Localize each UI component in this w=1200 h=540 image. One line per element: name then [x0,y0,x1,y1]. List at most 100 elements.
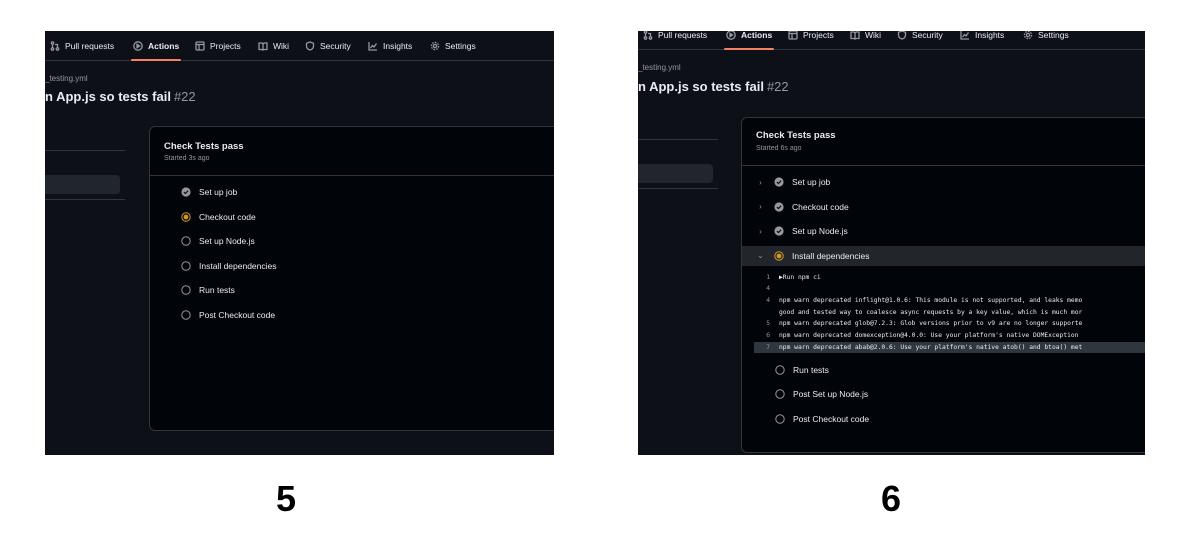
log-line-text: ▶Run npm ci [779,273,821,281]
tab-label: Settings [445,40,476,51]
job-step[interactable]: Checkout code [181,207,554,227]
job-step[interactable]: Post Set up Node.js [742,384,1145,404]
step-label: Post Checkout code [793,413,870,424]
tab-label: Pull requests [65,40,115,51]
caption-6: 6 [880,478,902,519]
log-line-number: 1 [766,273,770,281]
tab-security[interactable]: Security [305,31,351,60]
pull-request-icon [50,40,60,51]
play-circle-icon [133,40,143,51]
queued-circle-icon [775,414,785,424]
step-label: Run tests [199,285,235,295]
gear-icon [430,41,440,50]
job-step[interactable]: › Checkout code [742,197,1145,217]
sidebar-selected-job[interactable] [638,164,713,183]
caption-5: 5 [275,478,297,519]
in-progress-icon [181,211,191,222]
run-number: #22 [173,89,196,104]
sidebar-divider [45,150,125,151]
job-step[interactable]: › Set up job [742,172,1145,192]
tab-projects[interactable]: Projects [788,31,834,49]
job-card: Check Tests pass Started 3s ago Set up j… [149,126,554,431]
log-line: 1 ▶Run npm ci [754,272,1145,283]
sidebar-divider [45,199,125,200]
queued-circle-icon [181,260,191,271]
job-step[interactable]: Run tests [742,360,1145,380]
screenshot-panel-6: Pull requests Actions Projects Wiki Secu… [638,31,1145,455]
job-step[interactable]: Run tests [181,280,554,300]
tab-label: Actions [741,31,773,40]
tab-projects[interactable]: Projects [195,31,241,60]
tab-settings[interactable]: Settings [430,31,476,60]
tab-actions[interactable]: Actions [723,31,775,50]
step-label: Post Checkout code [199,309,276,320]
step-label: Checkout code [199,211,256,222]
run-number: #22 [766,79,789,94]
job-title: Check Tests pass [756,130,836,141]
job-step[interactable]: Set up Node.js [181,231,554,251]
chevron-right-icon: › [759,202,762,211]
tab-settings[interactable]: Settings [1023,31,1069,49]
sidebar-selected-job[interactable] [45,175,120,194]
tab-label: Wiki [273,40,290,51]
log-line: good and tested way to coalesce async re… [754,307,1145,318]
log-line: 4 npm warn deprecated inflight@1.0.6: Thi… [754,295,1145,306]
tab-wiki[interactable]: Wiki [850,31,881,49]
job-step[interactable]: Post Checkout code [181,305,554,325]
job-card: Check Tests pass Started 6s ago › Set up … [741,117,1145,453]
log-line-text: good and tested way to coalesce async re… [779,308,1083,316]
job-header: Check Tests pass Started 6s ago [742,118,1145,166]
queued-circle-icon [181,236,191,246]
sidebar-divider [638,139,718,140]
tab-pull-requests[interactable]: Pull requests [50,31,114,60]
job-step[interactable]: Set up job [181,182,554,202]
tab-wiki[interactable]: Wiki [258,31,289,60]
tab-label: Security [320,40,351,51]
log-line-number: 7 [766,344,770,351]
sidebar-divider [638,188,718,189]
repo-nav: Pull requests Actions Projects Wiki Secu… [45,31,554,61]
job-header: Check Tests pass Started 3s ago [150,127,554,176]
gear-icon [1023,31,1033,39]
workflow-file-link[interactable]: _testing.yml [638,63,681,72]
play-circle-icon [726,31,736,40]
job-step[interactable]: ⌄ Install dependencies [742,245,1145,266]
shield-icon [305,40,315,51]
run-title: n App.js so tests fail #22 [638,79,789,94]
repo-nav: Pull requests Actions Projects Wiki Secu… [638,31,1145,50]
run-title-text: n App.js so tests fail [638,79,764,94]
queued-circle-icon [775,389,785,399]
log-line-text: npm warn deprecated abab@2.0.6: Use your… [779,344,1083,351]
step-label: Install dependencies [199,260,277,271]
job-step[interactable]: › Set up Node.js [742,221,1145,241]
chevron-right-icon: › [759,226,762,236]
queued-circle-icon [181,285,191,295]
tab-actions[interactable]: Actions [130,31,182,61]
check-circle-icon [774,177,784,187]
workflow-file-link[interactable]: _testing.yml [45,74,88,83]
tab-label: Settings [1038,31,1069,40]
job-step[interactable]: Post Checkout code [742,409,1145,429]
tab-security[interactable]: Security [897,31,943,49]
tab-pull-requests[interactable]: Pull requests [643,31,707,49]
tab-label: Actions [148,40,180,51]
chevron-right-icon: › [759,177,762,187]
tab-label: Pull requests [658,31,708,40]
step-label: Checkout code [792,201,849,212]
tab-insights[interactable]: Insights [368,31,412,60]
in-progress-icon [774,250,784,261]
step-label: Set up job [792,177,831,187]
tab-label: Projects [210,40,241,51]
log-line-text: npm warn deprecated glob@7.2.3: Glob ver… [779,320,1083,328]
tab-label: Projects [803,31,834,40]
graph-icon [960,31,970,40]
tab-insights[interactable]: Insights [960,31,1004,49]
tab-label: Insights [383,40,413,51]
job-step[interactable]: Install dependencies [181,256,554,276]
table-icon [195,40,205,51]
log-line: 6 npm warn deprecated domexception@4.0.0:… [754,330,1145,341]
step-label: Set up job [199,187,238,197]
log-line-number: 6 [766,332,770,340]
log-line: 5 npm warn deprecated glob@7.2.3: Glob ve… [754,318,1145,329]
check-circle-icon [774,226,784,236]
